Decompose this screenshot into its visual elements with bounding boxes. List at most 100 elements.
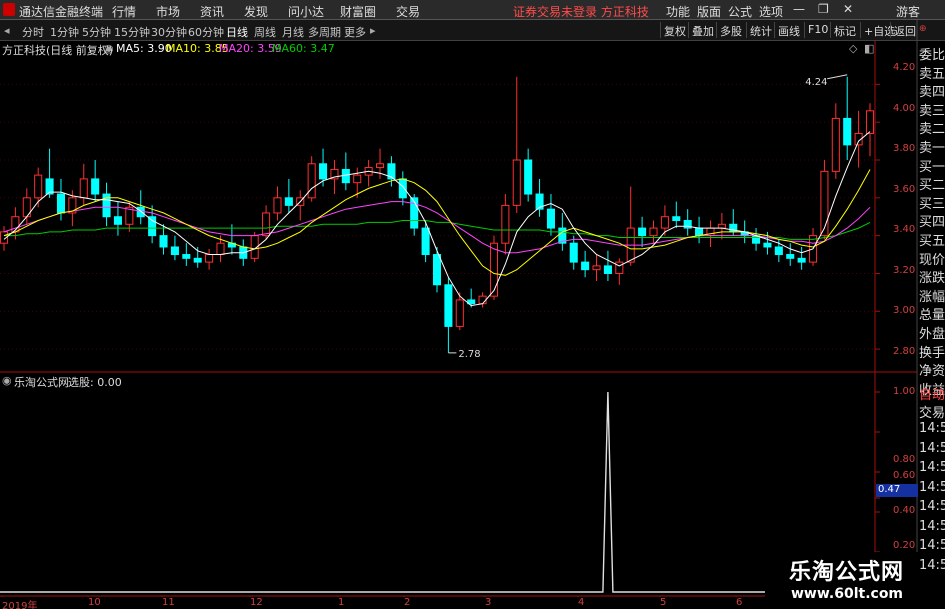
- candle-body: [831, 117, 840, 172]
- candle-body: [649, 227, 658, 237]
- menu-market[interactable]: 行情: [112, 3, 136, 20]
- candle-body: [91, 178, 100, 195]
- indicator-value: 选股: 0.00: [68, 376, 122, 389]
- diamond-icon[interactable]: ◇: [849, 42, 857, 55]
- price-tick: 3.80: [893, 143, 916, 154]
- candle-body: [45, 178, 54, 195]
- ma60-line: [4, 220, 871, 240]
- back-arrow-icon[interactable]: ◂: [4, 24, 10, 37]
- price-chart[interactable]: 4.24 2.78: [0, 0, 945, 609]
- candle-body: [843, 117, 852, 146]
- period-tab-intraday[interactable]: 分时: [22, 24, 44, 40]
- quote-label: 换手: [919, 345, 945, 361]
- period-tab-daily[interactable]: 日线: [226, 24, 248, 40]
- date-tick: 1: [338, 597, 345, 608]
- settings-dot-icon[interactable]: ◉: [104, 42, 114, 55]
- period-tab-15min[interactable]: 15分钟: [114, 24, 150, 40]
- menu-function[interactable]: 功能: [666, 3, 690, 20]
- candle-body: [672, 216, 681, 222]
- indicator-name[interactable]: 乐淘公式网: [14, 374, 69, 390]
- auto-trade-label[interactable]: 自动: [919, 384, 945, 403]
- trade-time: 14:56: [919, 557, 945, 573]
- btn-multi-stock[interactable]: 多股: [716, 22, 745, 38]
- btn-mark[interactable]: 标记: [830, 22, 859, 38]
- candle-body: [558, 227, 567, 244]
- menu-news[interactable]: 资讯: [200, 3, 224, 20]
- candle-body: [68, 197, 77, 214]
- candle-body: [11, 216, 20, 233]
- menu-options[interactable]: 选项: [759, 3, 783, 20]
- trade-label[interactable]: 交易: [919, 402, 945, 421]
- period-tab-60min[interactable]: 60分钟: [188, 24, 224, 40]
- close-icon[interactable]: ✕: [843, 2, 853, 16]
- indicator-highlight-tick: 0.47: [876, 484, 918, 497]
- menu-market-center[interactable]: 市场: [156, 3, 180, 20]
- candle-body: [262, 212, 271, 237]
- candle-body: [638, 227, 647, 237]
- candle-body: [740, 231, 749, 237]
- restore-icon[interactable]: ❐: [818, 2, 829, 16]
- btn-back[interactable]: 返回: [890, 22, 919, 38]
- guest-label[interactable]: 游客: [896, 3, 920, 20]
- candle-body: [205, 254, 214, 263]
- btn-statistics[interactable]: 统计: [746, 22, 775, 38]
- period-tab-monthly[interactable]: 月线: [282, 24, 304, 40]
- candle-body: [455, 299, 464, 327]
- ma20-line: [3, 201, 871, 254]
- minimize-icon[interactable]: —: [793, 2, 805, 16]
- ma5-label: MA5: 3.90: [116, 42, 172, 55]
- menu-trade[interactable]: 交易: [396, 3, 420, 20]
- btn-f10[interactable]: F10: [804, 22, 831, 38]
- candle-body: [763, 242, 772, 248]
- date-axis: 2019年 10 11 12 1 2 3 4 5 6: [0, 597, 875, 609]
- date-tick: 6: [736, 597, 743, 608]
- menu-ask[interactable]: 问小达: [288, 3, 324, 20]
- candle-body: [170, 246, 179, 256]
- candle-body: [535, 193, 544, 210]
- candle-body: [387, 163, 396, 180]
- quote-label: 总量: [919, 308, 945, 324]
- indicator-tick: 0.20: [893, 540, 916, 551]
- quote-label: 卖四: [919, 85, 945, 101]
- quote-label: 现价: [919, 252, 945, 268]
- ma10-line: [3, 169, 871, 276]
- candle-body: [250, 235, 259, 259]
- period-tab-weekly[interactable]: 周线: [254, 24, 276, 40]
- price-tick: 3.60: [893, 184, 916, 195]
- indicator-tick: 1.00: [893, 386, 916, 397]
- candle-body: [330, 168, 339, 180]
- period-tab-multi[interactable]: 多周期: [308, 24, 341, 40]
- candle-body: [603, 265, 612, 274]
- candle-body: [193, 257, 202, 263]
- btn-overlay[interactable]: 叠加: [688, 22, 717, 38]
- menu-wealth[interactable]: 财富圈: [340, 3, 376, 20]
- price-tick: 3.40: [893, 224, 916, 235]
- signal-line: [0, 391, 875, 593]
- candle-body: [296, 197, 305, 206]
- date-tick: 2: [404, 597, 411, 608]
- indicator-dot-icon[interactable]: ◉: [2, 374, 12, 387]
- btn-draw-line[interactable]: 画线: [774, 22, 803, 38]
- period-tab-30min[interactable]: 30分钟: [151, 24, 187, 40]
- menu-discover[interactable]: 发现: [244, 3, 268, 20]
- candle-body: [808, 235, 818, 263]
- price-tick: 4.00: [893, 103, 916, 114]
- login-notice[interactable]: 证券交易未登录 方正科技: [513, 3, 649, 20]
- candle-body: [706, 227, 715, 237]
- btn-restore-rights[interactable]: 复权: [660, 22, 689, 38]
- candle-body: [854, 133, 863, 146]
- menu-layout[interactable]: 版面: [697, 3, 721, 20]
- more-arrow-icon[interactable]: ▸: [370, 24, 376, 37]
- menu-formula[interactable]: 公式: [728, 3, 752, 20]
- period-tab-5min[interactable]: 5分钟: [82, 24, 111, 40]
- candle-body: [0, 231, 9, 244]
- candle-body: [501, 204, 510, 244]
- panel-toggle-icon[interactable]: ◧: [864, 42, 874, 55]
- period-tab-1min[interactable]: 1分钟: [50, 24, 79, 40]
- period-tab-more[interactable]: 更多: [344, 24, 366, 40]
- indicator-tick: 0.60: [893, 470, 916, 481]
- candle-body: [284, 197, 293, 206]
- candle-body: [113, 216, 122, 225]
- quote-label: 买四: [919, 215, 945, 231]
- stock-name-label[interactable]: 方正科技(日线 前复权): [2, 42, 113, 58]
